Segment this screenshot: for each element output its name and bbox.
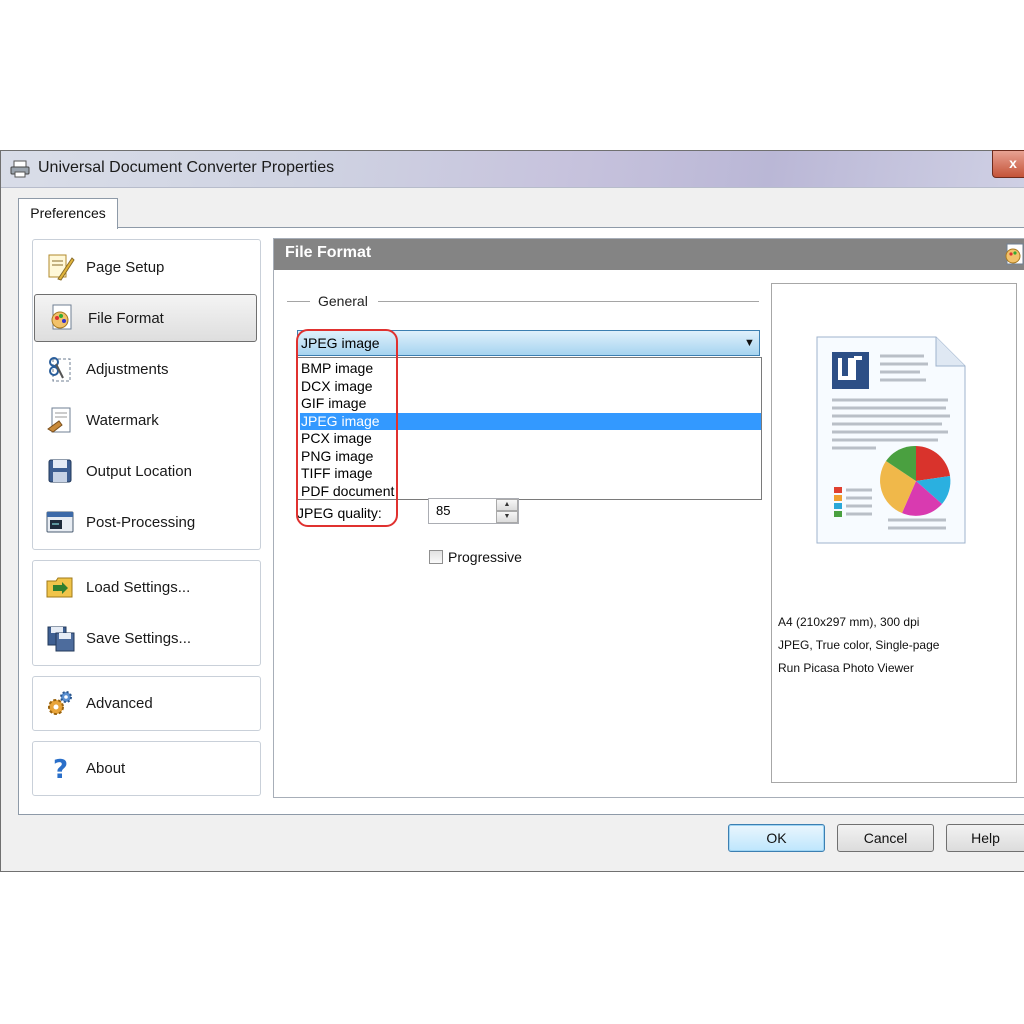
- section-rule: [287, 301, 310, 302]
- close-button[interactable]: x: [992, 150, 1024, 178]
- preview-info-line: Run Picasa Photo Viewer: [778, 661, 914, 675]
- adjustments-icon: [49, 357, 71, 382]
- gears-icon: [48, 691, 72, 715]
- document-preview-icon: [816, 336, 966, 544]
- help-button[interactable]: Help: [946, 824, 1024, 852]
- stepper-up-button[interactable]: ▲: [496, 499, 518, 511]
- highlight-outline: [296, 329, 398, 527]
- sidebar-item-label: Output Location: [86, 462, 192, 480]
- section-header: [274, 239, 1024, 270]
- sidebar-item-output-location[interactable]: Output Location: [33, 447, 258, 495]
- preview-info-line: JPEG, True color, Single-page: [778, 638, 940, 652]
- section-label: General: [318, 293, 368, 309]
- progressive-checkbox[interactable]: [429, 550, 443, 564]
- cancel-button[interactable]: Cancel: [837, 824, 934, 852]
- section-rule: [378, 301, 759, 302]
- sidebar-item-about[interactable]: ? About: [33, 744, 258, 792]
- sidebar-item-label: Post-Processing: [86, 513, 196, 531]
- sidebar-item-post-processing[interactable]: Post-Processing: [33, 498, 258, 546]
- stepper-down-button[interactable]: ▼: [496, 511, 518, 523]
- sidebar-item-page-setup[interactable]: Page Setup: [33, 243, 258, 291]
- sidebar-item-load-settings[interactable]: Load Settings...: [33, 563, 258, 611]
- sidebar-item-label: About: [86, 759, 126, 777]
- help-icon: ?: [53, 755, 68, 783]
- post-processing-icon: [46, 511, 74, 533]
- sidebar-item-label: Watermark: [86, 411, 159, 429]
- sidebar-item-save-settings[interactable]: Save Settings...: [33, 614, 258, 662]
- quality-value: 85: [436, 503, 451, 518]
- page-setup-icon: [48, 254, 75, 281]
- close-icon: x: [1009, 155, 1017, 171]
- sidebar-item-label: Save Settings...: [86, 629, 192, 647]
- load-settings-icon: [46, 577, 73, 598]
- progressive-label: Progressive: [448, 549, 522, 565]
- sidebar-item-watermark[interactable]: Watermark: [33, 396, 258, 444]
- sidebar-item-advanced[interactable]: Advanced: [33, 679, 258, 727]
- save-settings-icon: [47, 626, 75, 652]
- watermark-icon: [47, 407, 71, 433]
- sidebar-item-adjustments[interactable]: Adjustments: [33, 345, 258, 393]
- tab-preferences[interactable]: Preferences: [18, 198, 118, 229]
- file-format-icon: [51, 304, 72, 330]
- sidebar-item-label: Load Settings...: [86, 578, 191, 596]
- sidebar-item-label: File Format: [88, 309, 164, 327]
- sidebar-item-file-format[interactable]: File Format: [34, 294, 257, 342]
- svg-text:?: ?: [53, 755, 68, 783]
- ok-button[interactable]: OK: [728, 824, 825, 852]
- output-location-icon: [48, 459, 72, 483]
- preview-info-line: A4 (210x297 mm), 300 dpi: [778, 615, 920, 629]
- chevron-down-icon[interactable]: ▼: [744, 337, 755, 349]
- sidebar-item-label: Page Setup: [86, 258, 165, 276]
- palette-icon: [1005, 243, 1024, 265]
- sidebar-item-label: Adjustments: [86, 360, 169, 378]
- sidebar-item-label: Advanced: [86, 694, 153, 712]
- printer-icon: [10, 160, 30, 178]
- window-title: Universal Document Converter Properties: [38, 159, 335, 176]
- page-title: File Format: [285, 244, 372, 261]
